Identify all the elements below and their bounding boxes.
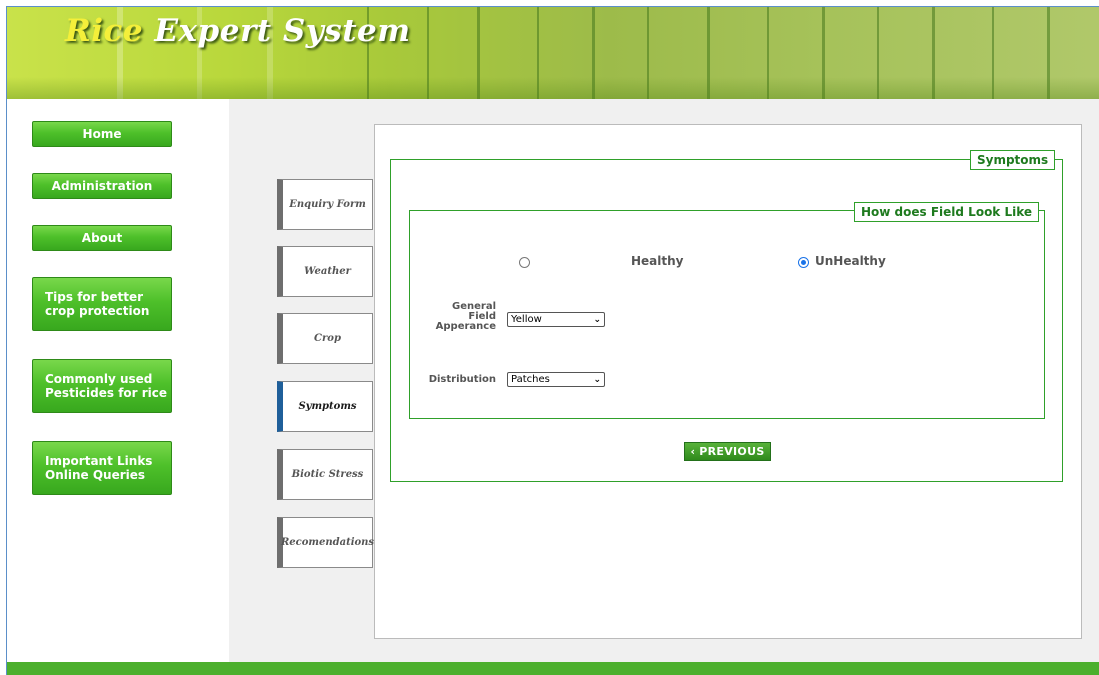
previous-label: PREVIOUS <box>699 445 765 458</box>
unhealthy-radio[interactable] <box>798 257 809 268</box>
nav-about-button[interactable]: About <box>32 225 172 251</box>
unhealthy-label: UnHealthy <box>815 254 886 268</box>
distribution-label: Distribution <box>428 374 496 385</box>
tab-biotic-stress[interactable]: Biotic Stress <box>277 449 373 500</box>
field-look-fieldset <box>409 210 1045 419</box>
tab-symptoms-label: Symptoms <box>298 401 357 412</box>
tab-weather[interactable]: Weather <box>277 246 373 297</box>
nav-administration-label: Administration <box>51 179 153 193</box>
previous-button[interactable]: ‹ PREVIOUS <box>684 442 771 461</box>
chevron-left-icon: ‹ <box>690 445 696 458</box>
tab-recomendations-label: Recomendations <box>280 537 375 548</box>
general-field-appearance-select[interactable]: Yellow ⌄ <box>507 312 605 327</box>
tab-enquiry-form-label: Enquiry Form <box>289 199 366 210</box>
distribution-select[interactable]: Patches ⌄ <box>507 372 605 387</box>
nav-about-label: About <box>81 231 123 245</box>
nav-tips-line1: Tips for better <box>45 290 144 304</box>
symptoms-legend: Symptoms <box>970 150 1056 170</box>
tab-recomendations[interactable]: Recomendations <box>277 517 375 568</box>
tab-crop[interactable]: Crop <box>277 313 373 364</box>
site-title: Rice Expert System <box>65 13 411 49</box>
chevron-down-icon: ⌄ <box>593 315 601 325</box>
nav-home-button[interactable]: Home <box>32 121 172 147</box>
tab-biotic-stress-label: Biotic Stress <box>291 469 364 480</box>
nav-administration-button[interactable]: Administration <box>32 173 172 199</box>
tab-symptoms[interactable]: Symptoms <box>277 381 373 432</box>
tab-crop-label: Crop <box>314 333 341 344</box>
nav-links-line1: Important Links <box>45 454 153 468</box>
chevron-down-icon: ⌄ <box>593 375 601 385</box>
nav-home-label: Home <box>82 127 122 141</box>
nav-tips-button[interactable]: Tips for better crop protection <box>32 277 172 331</box>
left-navigation: Home Administration About Tips for bette… <box>7 99 229 669</box>
nav-links-line2: Online Queries <box>45 468 146 482</box>
tab-weather-label: Weather <box>304 266 351 277</box>
nav-pesticides-button[interactable]: Commonly used Pesticides for rice <box>32 359 172 413</box>
nav-pesticides-line2: Pesticides for rice <box>45 386 168 400</box>
nav-pesticides-line1: Commonly used <box>45 372 153 386</box>
page-frame: Rice Expert System Home Administration A… <box>6 6 1099 675</box>
general-field-appearance-label: General Field Apperance <box>435 301 496 332</box>
header-banner: Rice Expert System <box>7 7 1099 99</box>
field-look-legend: How does Field Look Like <box>854 202 1040 222</box>
nav-tips-line2: crop protection <box>45 304 150 318</box>
healthy-label: Healthy <box>631 254 684 268</box>
nav-links-button[interactable]: Important Links Online Queries <box>32 441 172 495</box>
tab-enquiry-form[interactable]: Enquiry Form <box>277 179 373 230</box>
healthy-radio[interactable] <box>519 257 530 268</box>
footer-bar <box>7 662 1099 675</box>
